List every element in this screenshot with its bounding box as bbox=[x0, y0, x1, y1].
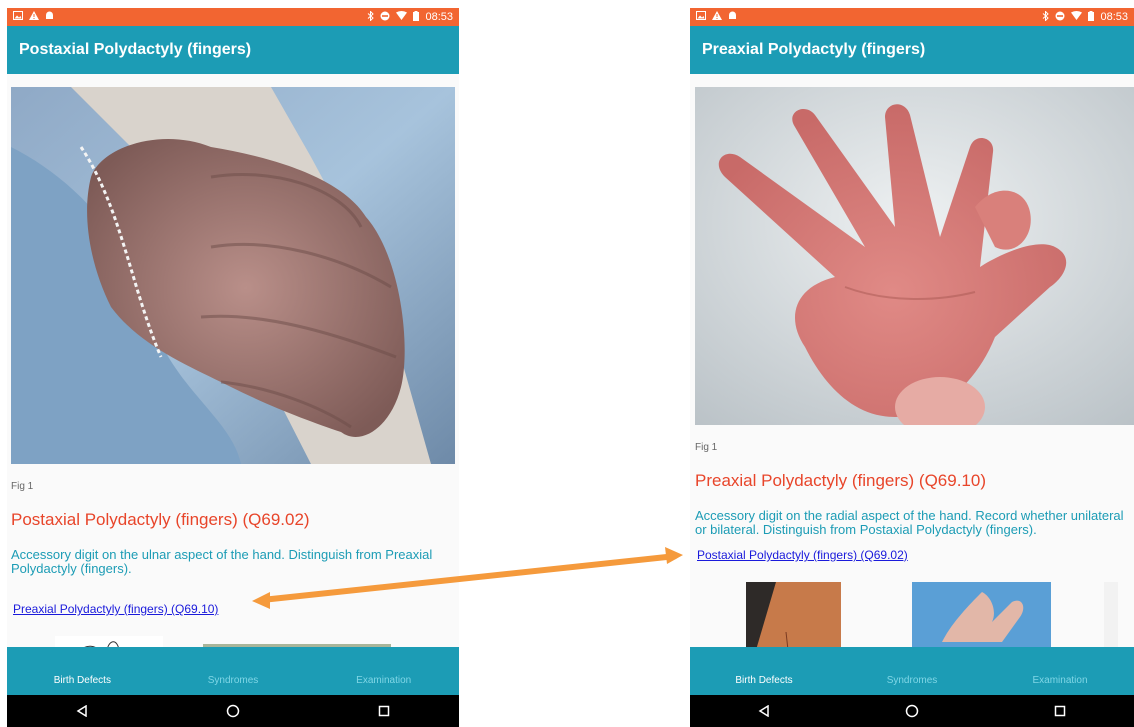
image-icon bbox=[13, 11, 23, 23]
left-screen: 08:53 Postaxial Polydactyly (fingers) Fi… bbox=[7, 8, 459, 727]
status-time: 08:53 bbox=[1100, 11, 1128, 23]
content-area[interactable]: Fig 1 Preaxial Polydactyly (fingers) (Q6… bbox=[690, 74, 1134, 647]
do-not-disturb-icon bbox=[380, 11, 390, 24]
tab-examination[interactable]: Examination bbox=[308, 675, 459, 686]
battery-icon bbox=[413, 10, 420, 24]
home-icon[interactable] bbox=[213, 695, 253, 727]
page-title: Postaxial Polydactyly (fingers) bbox=[19, 41, 252, 58]
figure-photo[interactable] bbox=[695, 87, 1134, 425]
system-nav-bar bbox=[7, 695, 459, 727]
tab-syndromes[interactable]: Syndromes bbox=[838, 675, 986, 686]
figure-caption: Fig 1 bbox=[695, 442, 718, 453]
related-entry-link[interactable]: Postaxial Polydactyly (fingers) (Q69.02) bbox=[697, 548, 908, 562]
thumbnail-image[interactable] bbox=[55, 636, 163, 647]
android-icon bbox=[45, 11, 54, 23]
tab-syndromes[interactable]: Syndromes bbox=[158, 675, 309, 686]
entry-heading: Preaxial Polydactyly (fingers) (Q69.10) bbox=[695, 471, 987, 490]
figure-photo[interactable] bbox=[11, 87, 455, 464]
tab-examination[interactable]: Examination bbox=[986, 675, 1134, 686]
warning-icon bbox=[712, 11, 722, 23]
entry-description: Accessory digit on the radial aspect of … bbox=[695, 508, 1124, 537]
bottom-tab-bar: Birth Defects Syndromes Examination bbox=[7, 647, 459, 695]
warning-icon bbox=[29, 11, 39, 23]
tab-birth-defects[interactable]: Birth Defects bbox=[7, 675, 158, 686]
image-icon bbox=[696, 11, 706, 23]
content-area[interactable]: Fig 1 Postaxial Polydactyly (fingers) (Q… bbox=[7, 74, 459, 647]
back-icon[interactable] bbox=[62, 695, 102, 727]
recents-icon[interactable] bbox=[1040, 695, 1080, 727]
entry-description: Accessory digit on the ulnar aspect of t… bbox=[11, 547, 433, 576]
bluetooth-icon bbox=[367, 9, 375, 24]
bluetooth-icon bbox=[1042, 9, 1050, 24]
status-bar: 08:53 bbox=[690, 8, 1134, 26]
thumbnail-image[interactable] bbox=[746, 582, 841, 647]
wifi-icon bbox=[1071, 11, 1083, 23]
app-bar: Preaxial Polydactyly (fingers) bbox=[690, 26, 1134, 74]
android-icon bbox=[728, 11, 737, 23]
back-icon[interactable] bbox=[744, 695, 784, 727]
app-bar: Postaxial Polydactyly (fingers) bbox=[7, 26, 459, 74]
recents-icon[interactable] bbox=[364, 695, 404, 727]
do-not-disturb-icon bbox=[1055, 11, 1065, 24]
thumbnail-image[interactable] bbox=[912, 582, 1051, 647]
status-bar: 08:53 bbox=[7, 8, 459, 26]
wifi-icon bbox=[396, 11, 408, 23]
home-icon[interactable] bbox=[892, 695, 932, 727]
related-entry-link[interactable]: Preaxial Polydactyly (fingers) (Q69.10) bbox=[13, 602, 218, 616]
battery-icon bbox=[1088, 10, 1095, 24]
right-screen: 08:53 Preaxial Polydactyly (fingers) Fig… bbox=[690, 8, 1134, 727]
status-time: 08:53 bbox=[425, 11, 453, 23]
bottom-tab-bar: Birth Defects Syndromes Examination bbox=[690, 647, 1134, 695]
thumbnail-image[interactable] bbox=[1104, 582, 1118, 647]
tab-birth-defects[interactable]: Birth Defects bbox=[690, 675, 838, 686]
figure-caption: Fig 1 bbox=[11, 481, 34, 492]
system-nav-bar bbox=[690, 695, 1134, 727]
page-title: Preaxial Polydactyly (fingers) bbox=[702, 41, 926, 58]
entry-heading: Postaxial Polydactyly (fingers) (Q69.02) bbox=[11, 510, 310, 529]
